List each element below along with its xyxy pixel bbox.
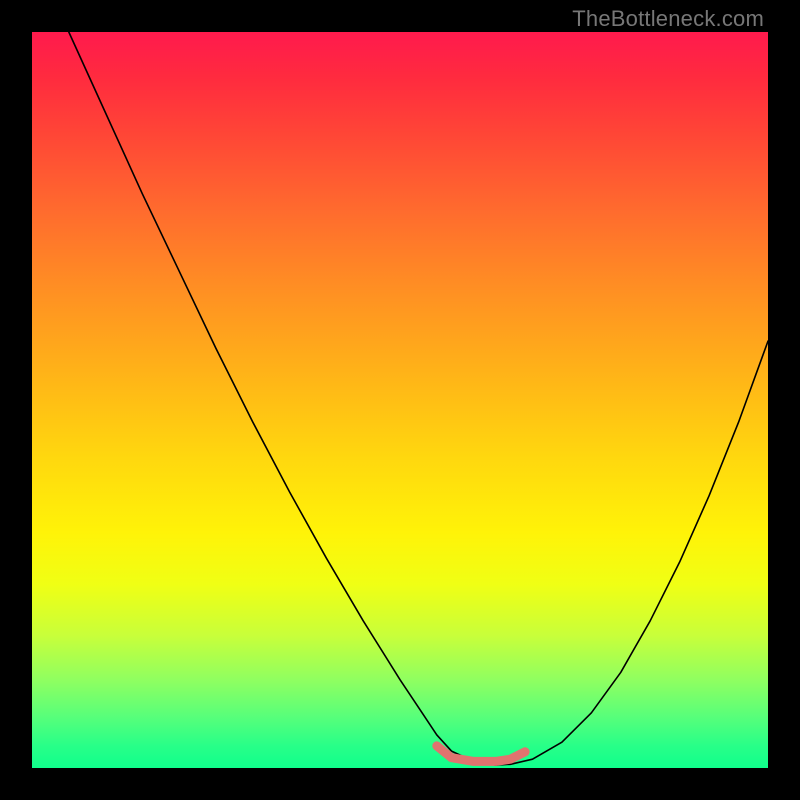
plot-area bbox=[32, 32, 768, 768]
chart-frame: TheBottleneck.com bbox=[0, 0, 800, 800]
bottleneck-curve bbox=[69, 32, 768, 765]
highlight-segment bbox=[437, 746, 525, 762]
chart-svg bbox=[32, 32, 768, 768]
watermark-text: TheBottleneck.com bbox=[572, 6, 764, 32]
